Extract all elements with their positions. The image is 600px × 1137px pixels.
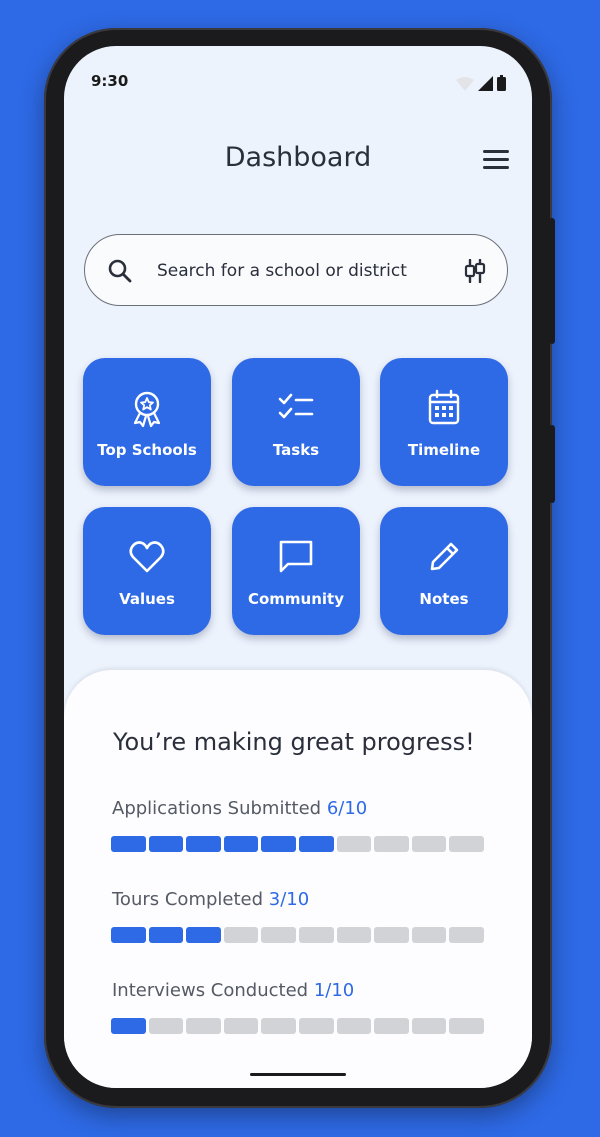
progress-segment-empty <box>374 836 409 852</box>
metric-tours-label: Tours Completed 3/10 <box>112 889 309 910</box>
progress-segment-empty <box>298 927 334 943</box>
heart-icon <box>129 541 165 573</box>
search-bar <box>84 234 508 306</box>
tile-label: Top Schools <box>97 441 197 459</box>
progress-segment-empty <box>223 1018 259 1034</box>
progress-segment-empty <box>374 927 409 943</box>
award-badge-icon <box>133 391 161 428</box>
progress-segment-empty <box>298 1018 334 1034</box>
hamburger-menu-icon[interactable] <box>483 150 509 172</box>
progress-segment-filled <box>111 836 146 852</box>
progress-segment-empty <box>261 1018 296 1034</box>
page-title: Dashboard <box>224 142 372 173</box>
metric-value: 1/10 <box>313 980 355 1001</box>
progress-bar-interviews <box>111 1018 484 1034</box>
progress-segment-filled <box>148 836 184 852</box>
screen: 9:30 Dashboard Search for a school or di… <box>64 46 532 1088</box>
progress-segment-empty <box>261 927 296 943</box>
tile-label: Tasks <box>272 441 320 459</box>
volume-button <box>549 218 555 344</box>
wifi-icon <box>456 77 474 91</box>
pencil-icon <box>430 542 459 571</box>
progress-segment-empty <box>411 1018 447 1034</box>
metric-label-text: Interviews Conducted <box>112 980 309 1001</box>
tile-values[interactable]: Values <box>83 507 211 635</box>
tile-label: Notes <box>419 590 469 608</box>
metric-label-text: Applications Submitted <box>112 798 322 819</box>
progress-segment-empty <box>336 1018 372 1034</box>
metric-label-text: Tours Completed <box>112 889 264 910</box>
progress-segment-empty <box>449 927 484 943</box>
progress-segment-filled <box>111 1018 146 1034</box>
progress-segment-empty <box>223 927 259 943</box>
progress-bar-applications <box>111 836 484 852</box>
search-input[interactable] <box>155 249 459 293</box>
filter-icon[interactable] <box>464 259 486 283</box>
calendar-icon <box>428 389 460 425</box>
signal-icon <box>478 76 493 91</box>
metric-applications-label: Applications Submitted 6/10 <box>112 798 367 819</box>
progress-segment-filled <box>223 836 259 852</box>
metric-value: 6/10 <box>326 798 368 819</box>
checklist-icon <box>278 393 314 419</box>
progress-segment-empty <box>449 836 484 852</box>
progress-segment-filled <box>298 836 334 852</box>
status-bar: 9:30 <box>64 46 532 106</box>
battery-icon <box>497 75 506 91</box>
chat-bubble-icon <box>279 540 313 573</box>
metric-interviews-label: Interviews Conducted 1/10 <box>112 980 354 1001</box>
progress-segment-empty <box>374 1018 409 1034</box>
progress-segment-empty <box>336 836 372 852</box>
progress-segment-filled <box>111 927 146 943</box>
tile-tasks[interactable]: Tasks <box>232 358 360 486</box>
tile-timeline[interactable]: Timeline <box>380 358 508 486</box>
tile-label: Values <box>119 590 175 608</box>
progress-segment-empty <box>411 836 447 852</box>
progress-segment-empty <box>148 1018 184 1034</box>
progress-card: You’re making great progress! Applicatio… <box>64 670 532 1088</box>
progress-segment-filled <box>148 927 184 943</box>
progress-segment-filled <box>186 927 221 943</box>
power-button <box>549 425 555 503</box>
status-time: 9:30 <box>91 72 129 90</box>
progress-segment-empty <box>336 927 372 943</box>
progress-heading: You’re making great progress! <box>113 728 475 756</box>
metric-value: 3/10 <box>268 889 310 910</box>
progress-segment-filled <box>261 836 296 852</box>
tile-label: Community <box>247 590 345 608</box>
tile-top-schools[interactable]: Top Schools <box>83 358 211 486</box>
tile-community[interactable]: Community <box>232 507 360 635</box>
home-indicator[interactable] <box>250 1073 346 1076</box>
progress-segment-empty <box>449 1018 484 1034</box>
progress-segment-empty <box>186 1018 221 1034</box>
search-icon <box>108 259 132 283</box>
progress-bar-tours <box>111 927 484 943</box>
tile-label: Timeline <box>407 441 481 459</box>
progress-segment-empty <box>411 927 447 943</box>
progress-segment-filled <box>186 836 221 852</box>
tile-notes[interactable]: Notes <box>380 507 508 635</box>
